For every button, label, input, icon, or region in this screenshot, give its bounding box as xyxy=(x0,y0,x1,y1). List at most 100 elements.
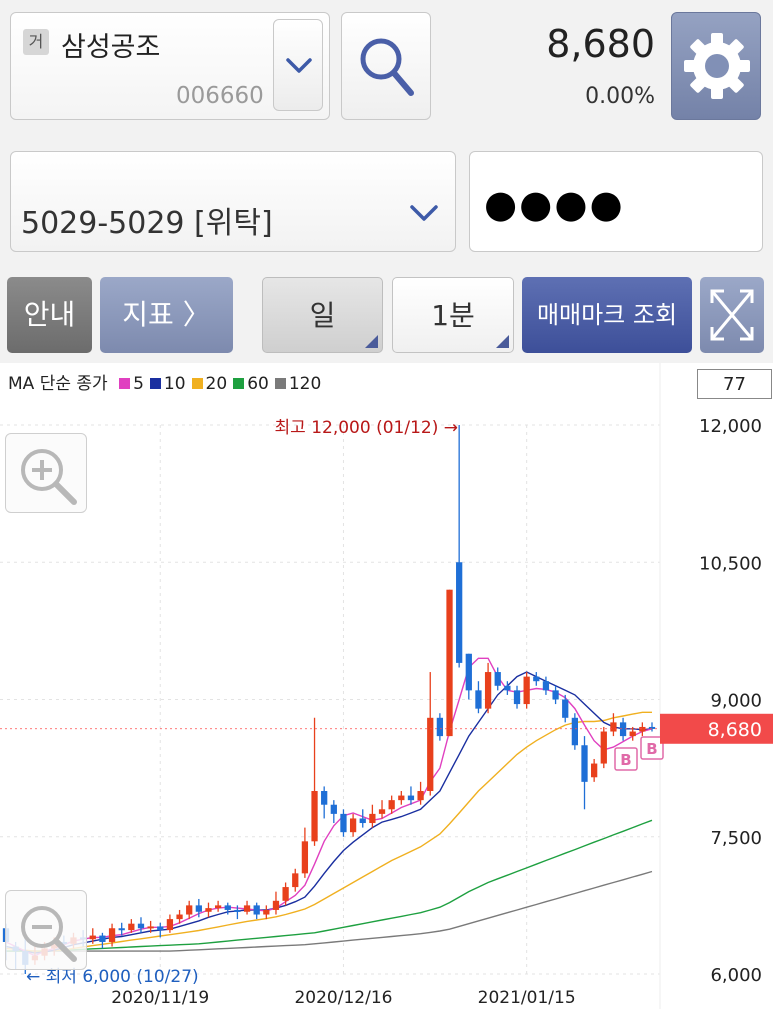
candle xyxy=(282,882,289,906)
trade-mark-button[interactable]: 매매마크 조회 xyxy=(522,277,692,353)
expand-button[interactable] xyxy=(700,277,764,353)
candle-body xyxy=(465,653,472,691)
candle xyxy=(311,717,318,846)
candle-body xyxy=(205,908,212,912)
candle-body xyxy=(349,818,357,833)
candle-body xyxy=(610,722,617,732)
settings-button[interactable] xyxy=(671,12,761,120)
candle-body xyxy=(292,873,299,888)
candle-body xyxy=(475,690,482,709)
candle-body xyxy=(128,923,135,931)
candle xyxy=(591,758,598,782)
period-selector[interactable]: 일 xyxy=(262,277,383,353)
candle-body xyxy=(263,909,270,915)
candle xyxy=(513,685,521,709)
period-label: 일 xyxy=(309,299,336,332)
stock-dropdown-button[interactable] xyxy=(273,19,323,111)
gear-icon xyxy=(684,33,750,99)
header-bar: 거 삼성공조 006660 8,680 0.00% xyxy=(0,0,773,137)
candle-body xyxy=(639,726,646,732)
candle xyxy=(359,809,366,828)
zoom-out-button[interactable] xyxy=(5,890,87,970)
stock-code: 006660 xyxy=(176,83,264,109)
candle xyxy=(446,589,453,737)
interval-selector[interactable]: 1분 xyxy=(392,277,514,353)
search-icon xyxy=(360,38,414,96)
y-tick-label: 6,000 xyxy=(710,965,762,986)
candle xyxy=(465,653,472,700)
candle xyxy=(369,804,376,828)
candle-body xyxy=(301,841,309,874)
ma-20-line xyxy=(5,711,652,952)
candle-body xyxy=(369,813,376,824)
chevron-down-icon xyxy=(286,58,312,73)
candle-body xyxy=(562,699,569,718)
current-price-label: 8,680 xyxy=(708,719,762,741)
x-tick-label: 2021/01/15 xyxy=(478,988,576,1008)
candle xyxy=(407,786,415,805)
candle-body xyxy=(456,562,463,663)
candle-body xyxy=(446,589,453,737)
candle-body xyxy=(321,791,328,805)
y-tick-label: 7,500 xyxy=(710,828,762,849)
candle-body xyxy=(542,681,550,691)
candle-body xyxy=(195,905,202,912)
candle-body xyxy=(359,818,366,824)
candle-body xyxy=(330,804,337,814)
trade-mark-badge: B xyxy=(640,736,664,760)
candle-body xyxy=(157,926,164,931)
stock-name: 삼성공조 xyxy=(61,32,161,63)
candle-body xyxy=(214,905,222,909)
low-annotation: ← 최저 6,000 (10/27) xyxy=(26,967,199,987)
candle-body xyxy=(552,690,559,700)
password-field[interactable]: ●●●● xyxy=(469,151,763,252)
candlestick-chart[interactable]: 12,000 10,500 9,000 7,500 6,000 2020/11/19 202… xyxy=(0,363,773,1009)
candle xyxy=(205,902,212,918)
high-annotation: 최고 12,000 (01/12) → xyxy=(275,418,458,438)
password-mask: ●●●● xyxy=(484,182,625,226)
indicator-button[interactable]: 지표 〉 xyxy=(100,277,233,353)
candle-body xyxy=(619,722,627,737)
candle xyxy=(552,685,559,705)
candle-body xyxy=(147,926,154,929)
candle xyxy=(330,800,337,824)
candle xyxy=(484,662,492,714)
candle xyxy=(340,809,347,837)
zoom-in-button[interactable] xyxy=(5,433,87,513)
candle-body xyxy=(89,935,96,940)
candle-body xyxy=(137,923,145,929)
stock-selector[interactable]: 거 삼성공조 006660 xyxy=(10,12,330,120)
candle-body xyxy=(388,800,395,810)
x-tick-label: 2020/12/16 xyxy=(294,988,392,1008)
y-tick-label: 9,000 xyxy=(710,691,762,712)
candle-body xyxy=(436,717,444,737)
candle xyxy=(349,813,357,837)
candle xyxy=(542,676,550,695)
candle xyxy=(639,722,646,737)
candle-body xyxy=(417,791,424,801)
candle-body xyxy=(272,900,280,910)
account-selector[interactable]: 5029-5029 [위탁] xyxy=(10,151,456,252)
candle xyxy=(427,672,434,796)
current-price: 8,680 xyxy=(546,22,655,66)
candle-body xyxy=(340,813,347,833)
candle-body xyxy=(311,791,318,842)
candle xyxy=(263,905,270,920)
y-tick-label: 12,000 xyxy=(699,416,762,437)
candle-body xyxy=(234,909,241,912)
chart-toolbar: 안내 지표 〉 일 1분 매매마크 조회 xyxy=(0,265,773,363)
interval-label: 1분 xyxy=(431,299,475,332)
candle xyxy=(456,425,463,668)
ma-10-line xyxy=(5,671,653,954)
candle xyxy=(186,900,193,920)
candle-body xyxy=(494,672,501,686)
candle-body xyxy=(648,726,656,729)
x-tick-label: 2020/11/19 xyxy=(111,988,209,1008)
search-button[interactable] xyxy=(341,12,431,120)
candle-body xyxy=(166,919,174,931)
guide-button[interactable]: 안내 xyxy=(7,277,92,353)
candle-body xyxy=(600,731,607,764)
candle xyxy=(436,713,444,741)
dropdown-corner-icon xyxy=(496,335,509,348)
candle-body xyxy=(629,731,636,737)
